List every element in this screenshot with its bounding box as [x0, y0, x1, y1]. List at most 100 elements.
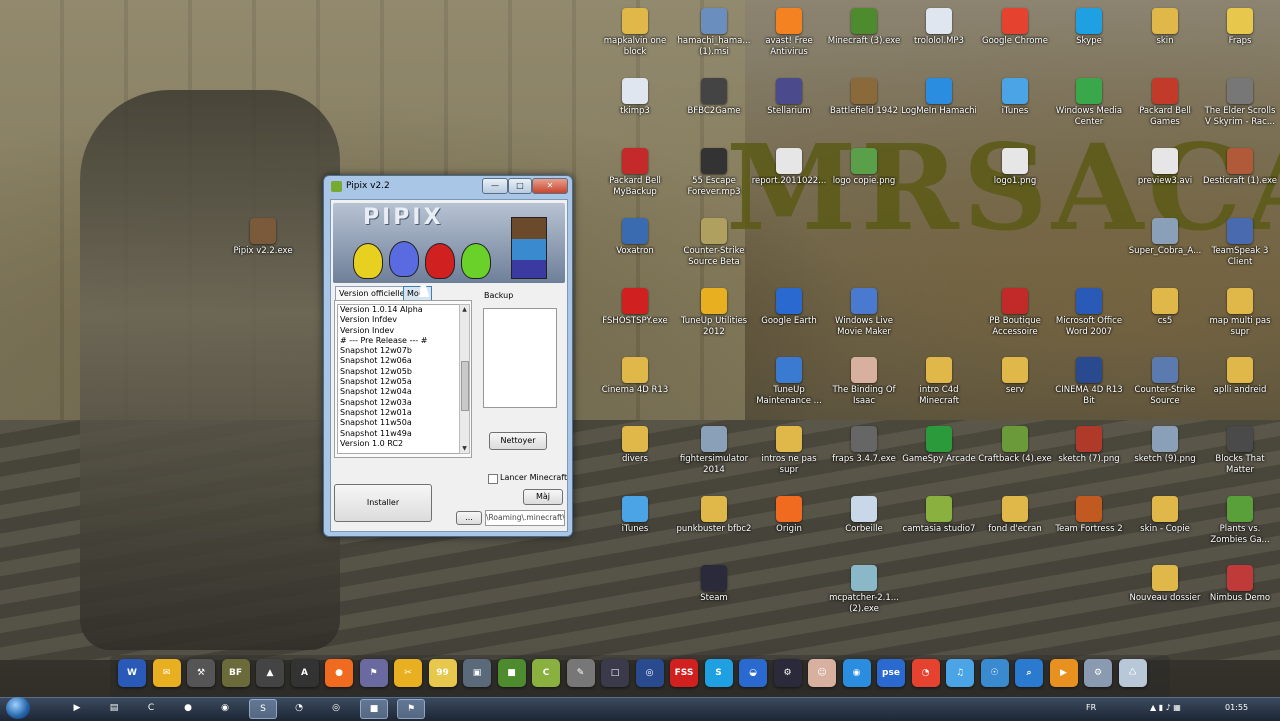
dock-settings-icon[interactable]: ⚙ — [1084, 659, 1112, 687]
dock-mail-icon[interactable]: ✉ — [152, 659, 181, 687]
desktop-icon[interactable]: mcpatcher-2.1... (2).exe — [826, 565, 902, 615]
dock-chrome-icon[interactable]: ◔ — [911, 659, 940, 687]
dock-itunes-icon[interactable]: ♫ — [946, 659, 974, 687]
desktop-icon[interactable]: iTunes — [597, 496, 673, 535]
scroll-down-icon[interactable]: ▼ — [460, 444, 469, 453]
dock-trash-icon[interactable]: ♺ — [1118, 659, 1147, 687]
desktop-icon[interactable]: FSHOSTSPY.exe — [597, 288, 673, 327]
desktop-icon[interactable]: skin — [1127, 8, 1203, 47]
desktop-icon[interactable]: logo copie.png — [826, 148, 902, 187]
dock-pse-icon[interactable]: pse — [877, 659, 905, 687]
taskbar-camtasia-icon[interactable]: C — [138, 699, 164, 717]
start-button-icon[interactable] — [6, 697, 30, 719]
version-list-scrollbar[interactable]: ▲ ▼ — [459, 304, 470, 454]
version-list-item[interactable]: Snapshot 12w05a — [338, 377, 459, 387]
dock-google-earth-icon[interactable]: ◒ — [739, 659, 767, 687]
desktop-icon[interactable]: TuneUp Utilities 2012 — [676, 288, 752, 338]
desktop-icon[interactable]: 55 Escape Forever.mp3 — [676, 148, 752, 198]
desktop-icon[interactable]: Nouveau dossier — [1127, 565, 1203, 604]
taskbar-skype-icon[interactable]: S — [249, 699, 277, 719]
desktop-icon[interactable]: fond d'ecran — [977, 496, 1053, 535]
desktop-icon[interactable]: sketch (7).png — [1051, 426, 1127, 465]
desktop-icon[interactable]: Packard Bell MyBackup — [597, 148, 673, 198]
desktop-icon[interactable]: avast! Free Antivirus — [751, 8, 827, 58]
desktop-icon[interactable]: The Elder Scrolls V Skyrim - Rac... — [1202, 78, 1278, 128]
desktop-icon[interactable]: Windows Media Center — [1051, 78, 1127, 128]
desktop-icon[interactable]: Fraps — [1202, 8, 1278, 47]
taskbar-recorder-icon[interactable]: ◉ — [212, 699, 238, 717]
backup-list[interactable] — [483, 308, 557, 408]
taskbar-hamachi-icon[interactable]: ◎ — [323, 699, 349, 717]
version-list-item[interactable]: Snapshot 12w04a — [338, 387, 459, 397]
desktop-icon[interactable]: intros ne pas supr — [751, 426, 827, 476]
taskbar-minecraft-icon[interactable]: ■ — [360, 699, 388, 719]
install-button[interactable]: Installer — [334, 484, 432, 522]
version-list-item[interactable]: Version 1.0 RC2 — [338, 439, 459, 449]
dock-hamachi-icon[interactable]: ◉ — [842, 659, 871, 687]
desktop-icon[interactable]: Super_Cobra_A... — [1127, 218, 1203, 257]
desktop-icon[interactable]: The Binding Of Isaac — [826, 357, 902, 407]
dock-paint-icon[interactable]: ✎ — [566, 659, 595, 687]
desktop-icon[interactable]: TuneUp Maintenance ... — [751, 357, 827, 407]
taskbar-media-player-icon[interactable]: ▶ — [64, 699, 90, 717]
version-list-item[interactable]: Snapshot 12w01a — [338, 408, 459, 418]
version-list-item[interactable]: Snapshot 11w50a — [338, 418, 459, 428]
version-list-item[interactable]: Version Infdev — [338, 315, 459, 325]
version-list-item[interactable]: Snapshot 11w49a — [338, 429, 459, 439]
desktop-icon[interactable]: Blocks That Matter — [1202, 426, 1278, 476]
desktop-icon[interactable]: Cinema 4D R13 — [597, 357, 673, 396]
taskbar-explorer-icon[interactable]: ▤ — [101, 699, 127, 717]
dock-fsspy-icon[interactable]: FSS — [670, 659, 698, 687]
desktop-icon[interactable]: intro C4d Minecraft — [901, 357, 977, 407]
version-list[interactable]: Version 1.0.14 Alpha Version Infdev Versio… — [337, 304, 460, 454]
dock-safari-icon[interactable]: ☉ — [980, 659, 1009, 687]
desktop-icon[interactable]: Team Fortress 2 — [1051, 496, 1127, 535]
dock-steam-icon[interactable]: ⚙ — [773, 659, 802, 687]
desktop-icon[interactable]: LogMeIn Hamachi — [901, 78, 977, 117]
clock[interactable]: 01:55 — [1225, 703, 1248, 712]
desktop-icon[interactable]: serv — [977, 357, 1053, 396]
desktop-icon[interactable]: Windows Live Movie Maker — [826, 288, 902, 338]
desktop-icon[interactable]: iTunes — [977, 78, 1053, 117]
desktop-icon[interactable]: Google Earth — [751, 288, 827, 327]
dock-search-icon[interactable]: ⌕ — [1015, 659, 1043, 687]
desktop-icon[interactable]: Plants vs. Zombies Ga... — [1202, 496, 1278, 546]
minimize-button[interactable]: — — [482, 178, 508, 194]
desktop-icon[interactable]: Minecraft (3).exe — [826, 8, 902, 47]
desktop-icon[interactable]: punkbuster bfbc2 — [676, 496, 752, 535]
maximize-button[interactable]: □ — [508, 178, 532, 194]
desktop-icon[interactable]: BFBC2Game — [676, 78, 752, 117]
language-indicator[interactable]: FR — [1086, 703, 1096, 712]
desktop-icon[interactable]: Google Chrome — [977, 8, 1053, 47]
minecraft-path-field[interactable]: \Roaming\.minecraft\ — [485, 510, 565, 526]
desktop-icon[interactable]: sketch (9).png — [1127, 426, 1203, 465]
desktop-icon[interactable]: cs5 — [1127, 288, 1203, 327]
dock-skype-icon[interactable]: S — [704, 659, 733, 687]
dock-battlefield-icon[interactable]: BF — [221, 659, 250, 687]
desktop-icon[interactable]: Craftback (4).exe — [977, 426, 1053, 465]
desktop-icon[interactable]: CINEMA 4D R13 Bit — [1051, 357, 1127, 407]
desktop-icon[interactable]: Stellarium — [751, 78, 827, 117]
dock-video-icon[interactable]: ▶ — [1049, 659, 1078, 687]
dock-cinema4d-icon[interactable]: ◎ — [635, 659, 664, 687]
dock-screen-icon[interactable]: □ — [601, 659, 629, 687]
dock-minecraft-icon[interactable]: ■ — [497, 659, 526, 687]
dock-camtasia-icon[interactable]: C — [532, 659, 560, 687]
dock-word-icon[interactable]: W — [118, 659, 146, 687]
clean-button[interactable]: Nettoyer — [489, 432, 547, 450]
version-list-item[interactable]: Version Indev — [338, 326, 459, 336]
version-list-item[interactable]: Snapshot 12w07b — [338, 346, 459, 356]
scroll-up-icon[interactable]: ▲ — [460, 305, 469, 314]
desktop-icon[interactable]: Pipix v2.2.exe — [225, 218, 301, 257]
close-button[interactable]: ✕ — [532, 178, 568, 194]
desktop-icon[interactable]: GameSpy Arcade — [901, 426, 977, 465]
dock-skyrim-icon[interactable]: ▲ — [256, 659, 284, 687]
desktop-icon[interactable]: hamachi_hama... (1).msi — [676, 8, 752, 58]
desktop-icon[interactable]: map multi pas supr — [1202, 288, 1278, 338]
pipix-window[interactable]: Pipix v2.2 — □ ✕ PIPIX Version officiell… — [323, 175, 573, 537]
desktop-icon[interactable]: divers — [597, 426, 673, 465]
desktop-icon[interactable]: camtasia studio7 — [901, 496, 977, 535]
desktop-icon[interactable]: Steam — [676, 565, 752, 604]
dock-assassin-icon[interactable]: A — [290, 659, 319, 687]
version-list-item[interactable]: Snapshot 12w03a — [338, 398, 459, 408]
